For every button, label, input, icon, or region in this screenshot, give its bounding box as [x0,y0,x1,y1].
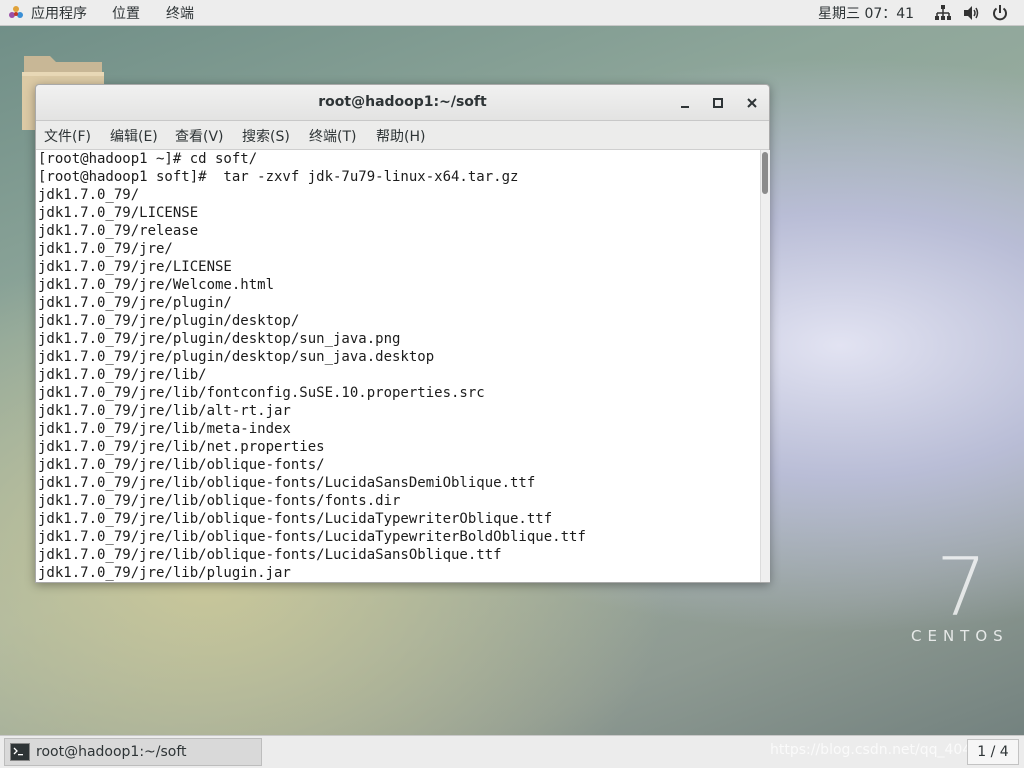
terminal-line: jdk1.7.0_79/LICENSE [38,205,199,221]
terminal-line: [root@hadoop1 ~]# cd soft/ [38,151,258,167]
volume-icon[interactable] [962,4,980,22]
window-title: root@hadoop1:~/soft [318,94,487,110]
terminal-icon [10,743,30,761]
terminal-output[interactable]: [root@hadoop1 ~]# cd soft/ [root@hadoop1… [36,150,760,582]
minimize-icon[interactable] [676,94,694,112]
terminal-line: jdk1.7.0_79/jre/Welcome.html [38,277,275,293]
menu-help[interactable]: 帮助(H) [376,126,425,146]
terminal-line: jdk1.7.0_79/jre/lib/plugin.jar [38,565,291,581]
centos-logo-text: CENTOS [911,627,1009,645]
terminal-window: root@hadoop1:~/soft 文件(F) 编辑(E) 查看(V) 搜索… [35,84,770,583]
power-icon[interactable] [991,4,1009,22]
terminal-line: jdk1.7.0_79/jre/LICENSE [38,259,232,275]
top-panel: 应用程序 位置 终端 星期三 07：41 [0,0,1024,26]
centos-logo-number: 7 [936,541,987,634]
terminal-line: jdk1.7.0_79/jre/plugin/desktop/sun_java.… [38,349,435,365]
terminal-line: jdk1.7.0_79/jre/plugin/desktop/sun_java.… [38,331,401,347]
terminal-line: jdk1.7.0_79/jre/plugin/desktop/ [38,313,300,329]
menu-file[interactable]: 文件(F) [44,126,91,146]
terminal-line: jdk1.7.0_79/jre/lib/oblique-fonts/Lucida… [38,529,586,545]
applications-menu[interactable]: 应用程序 [31,3,87,23]
menu-view[interactable]: 查看(V) [175,126,224,146]
terminal-scrollbar[interactable] [760,150,770,582]
window-titlebar[interactable]: root@hadoop1:~/soft [36,85,769,121]
terminal-line: jdk1.7.0_79/jre/plugin/ [38,295,232,311]
terminal-line: jdk1.7.0_79/jre/lib/fontconfig.SuSE.10.p… [38,385,485,401]
terminal-line: jdk1.7.0_79/jre/lib/oblique-fonts/Lucida… [38,547,502,563]
terminal-line: jdk1.7.0_79/jre/lib/oblique-fonts/Lucida… [38,511,553,527]
menu-terminal[interactable]: 终端(T) [309,126,356,146]
taskbar-window-button[interactable]: root@hadoop1:~/soft [4,738,262,766]
menu-search[interactable]: 搜索(S) [242,126,290,146]
close-icon[interactable] [743,94,761,112]
terminal-line: jdk1.7.0_79/jre/lib/oblique-fonts/Lucida… [38,475,536,491]
terminal-line: jdk1.7.0_79/jre/lib/meta-index [38,421,291,437]
terminal-line: [root@hadoop1 soft]# tar -zxvf jdk-7u79-… [38,169,519,185]
taskbar-window-label: root@hadoop1:~/soft [36,744,187,760]
terminal-line: jdk1.7.0_79/release [38,223,199,239]
terminal-line: jdk1.7.0_79/jre/lib/oblique-fonts/fonts.… [38,493,401,509]
terminal-line: jdk1.7.0_79/jre/lib/alt-rt.jar [38,403,291,419]
menu-edit[interactable]: 编辑(E) [110,126,158,146]
terminal-line: jdk1.7.0_79/jre/lib/ [38,367,207,383]
terminal-line: jdk1.7.0_79/jre/lib/net.properties [38,439,325,455]
bottom-panel: root@hadoop1:~/soft https://blog.csdn.ne… [0,735,1024,768]
terminal-line: jdk1.7.0_79/jre/ [38,241,173,257]
apps-menu-icon[interactable] [8,5,24,21]
maximize-icon[interactable] [709,94,727,112]
menu-bar: 文件(F) 编辑(E) 查看(V) 搜索(S) 终端(T) 帮助(H) [36,121,769,150]
terminal-line: jdk1.7.0_79/jre/lib/oblique-fonts/ [38,457,325,473]
workspace-indicator[interactable]: 1 / 4 [967,739,1019,765]
terminal-line: jdk1.7.0_79/ [38,187,140,203]
terminal-app-menu[interactable]: 终端 [166,3,194,23]
scrollbar-thumb[interactable] [762,152,768,194]
places-menu[interactable]: 位置 [112,3,140,23]
network-icon[interactable] [934,4,952,22]
clock[interactable]: 星期三 07：41 [818,3,914,23]
